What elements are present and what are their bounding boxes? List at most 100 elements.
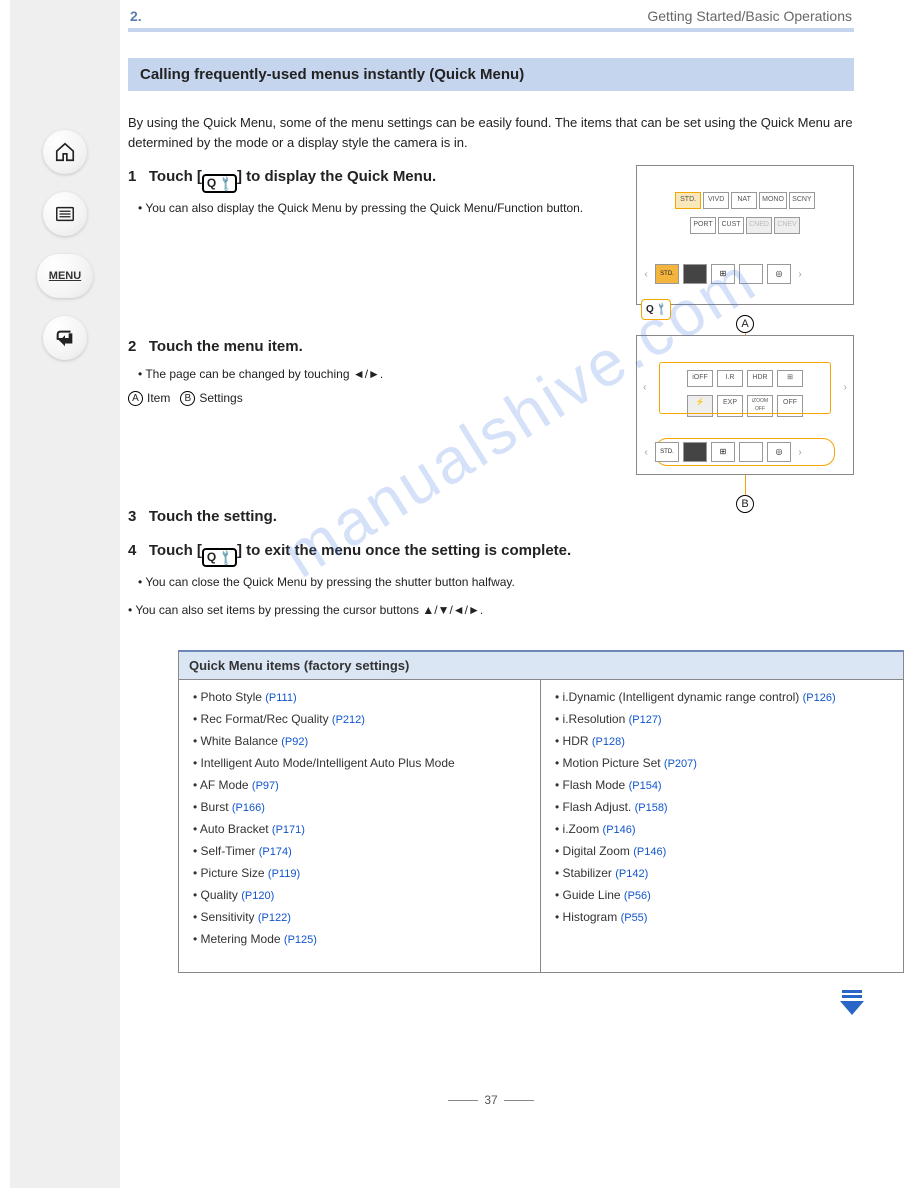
step1-text-a: Touch [ [149,168,202,185]
page-link[interactable]: (P158) [635,802,668,814]
page-link[interactable]: (P166) [232,802,265,814]
table-col-1: • Photo Style (P111)• Rec Format/Rec Qua… [179,680,541,972]
page-link[interactable]: (P125) [284,934,317,946]
table-row: • Self-Timer (P174) [193,844,526,858]
contents-button[interactable] [43,192,87,236]
home-icon [54,141,76,163]
page-link[interactable]: (P97) [252,780,279,792]
cursor-note: • You can also set items by pressing the… [128,601,854,620]
tab: ⊞ [711,264,735,284]
page-link[interactable]: (P212) [332,714,365,726]
page-link[interactable]: (P119) [268,868,300,880]
step-4: 4 Touch [Q🔧] to exit the menu once the s… [128,539,854,592]
tab: STD. [655,264,679,284]
table-row: • White Balance (P92) [193,734,526,748]
camera-screen-1: STD. VIVD NAT MONO SCNY PORT CUST CNED C… [636,165,854,305]
page-content: 2. Getting Started/Basic Operations Call… [128,0,908,1107]
page-link[interactable]: (P154) [629,780,662,792]
camera-screen-2: iOFF I.R HDR ⊞ ⚡ EXP iZOOMOFF OFF ‹ › [636,335,854,475]
table-row: • i.Dynamic (Intelligent dynamic range c… [555,690,889,704]
chip-std: STD. [675,192,701,209]
annotation-a: A Item [128,389,170,408]
chevron-left-icon: ‹ [643,380,646,396]
table-row: • Intelligent Auto Mode/Intelligent Auto… [193,756,526,770]
page-link[interactable]: (P56) [624,890,651,902]
step3-text: Touch the setting. [149,508,277,525]
table-col-2: • i.Dynamic (Intelligent dynamic range c… [541,680,903,972]
tab: ◎ [767,442,791,462]
chevron-right-icon: › [795,267,805,283]
table-row: • Rec Format/Rec Quality (P212) [193,712,526,726]
chip: CNED [746,217,772,234]
q-button-highlight: Q🔧 [641,299,671,321]
q-menu-icon: Q🔧 [202,174,237,193]
step4-text-a: Touch [ [149,542,202,559]
step1-number: 1 [128,168,136,185]
chip: NAT [731,192,757,209]
chevron-left-icon: ‹ [641,445,651,461]
table-row: • AF Mode (P97) [193,778,526,792]
table-row: • i.Resolution (P127) [555,712,889,726]
annotation-b: B Settings [180,389,242,408]
page-link[interactable]: (P128) [592,736,625,748]
table-row: • Auto Bracket (P171) [193,822,526,836]
table-row: • Guide Line (P56) [555,888,889,902]
table-row: • Digital Zoom (P146) [555,844,889,858]
chip: CNEV [774,217,800,234]
step4-number: 4 [128,542,136,559]
chapter-number: 2. [130,8,142,24]
page-link[interactable]: (P146) [633,846,666,858]
table-row: • Flash Adjust. (P158) [555,800,889,814]
tab: ◎ [767,264,791,284]
page-link[interactable]: (P126) [803,692,836,704]
table-row: • Burst (P166) [193,800,526,814]
page-link[interactable]: (P174) [259,846,292,858]
table-row: • Flash Mode (P154) [555,778,889,792]
table-row: • Motion Picture Set (P207) [555,756,889,770]
list-icon [54,203,76,225]
chevron-right-icon: › [795,445,805,461]
table-row: • Sensitivity (P122) [193,910,526,924]
step2-number: 2 [128,338,136,355]
chip: MONO [759,192,787,209]
page-link[interactable]: (P111) [265,692,296,704]
page-link[interactable]: (P122) [258,912,291,924]
page-link[interactable]: (P92) [281,736,308,748]
table-row: • Quality (P120) [193,888,526,902]
page-link[interactable]: (P142) [615,868,648,880]
tab [739,264,763,284]
page-link[interactable]: (P127) [629,714,662,726]
page-link[interactable]: (P146) [603,824,636,836]
step-1: 1 Touch [Q🔧] to display the Quick Menu. … [128,165,854,321]
table-row: • Picture Size (P119) [193,866,526,880]
menu-label: MENU [49,270,81,282]
home-button[interactable] [43,130,87,174]
step1-text-b: ] to display the Quick Menu. [237,168,436,185]
table-header: Quick Menu items (factory settings) [179,652,903,680]
q-menu-icon: Q🔧 [202,548,237,567]
menu-button[interactable]: MENU [37,254,93,298]
step4-bullet: • You can close the Quick Menu by pressi… [138,573,854,592]
chip: VIVD [703,192,729,209]
tab [683,264,707,284]
page-link[interactable]: (P120) [241,890,274,902]
step2-text: Touch the menu item. [149,338,303,355]
tab: ⊞ [711,442,735,462]
page-link[interactable]: (P207) [664,758,697,770]
chapter-header: 2. Getting Started/Basic Operations [128,8,854,24]
chapter-title: Getting Started/Basic Operations [647,8,852,24]
sidebar: MENU [10,0,120,1188]
continue-arrow-icon [836,987,868,1022]
chip: SCNY [789,192,815,209]
table-row: • Stabilizer (P142) [555,866,889,880]
section-title: Calling frequently-used menus instantly … [128,58,854,91]
step4-text-b: ] to exit the menu once the setting is c… [237,542,571,559]
table-row: • Metering Mode (P125) [193,932,526,946]
page-link[interactable]: (P55) [621,912,648,924]
chevron-right-icon: › [844,380,847,396]
back-arrow-icon [54,327,76,349]
quick-menu-table: Quick Menu items (factory settings) • Ph… [178,650,904,973]
back-button[interactable] [43,316,87,360]
chevron-left-icon: ‹ [641,267,651,283]
page-link[interactable]: (P171) [272,824,305,836]
